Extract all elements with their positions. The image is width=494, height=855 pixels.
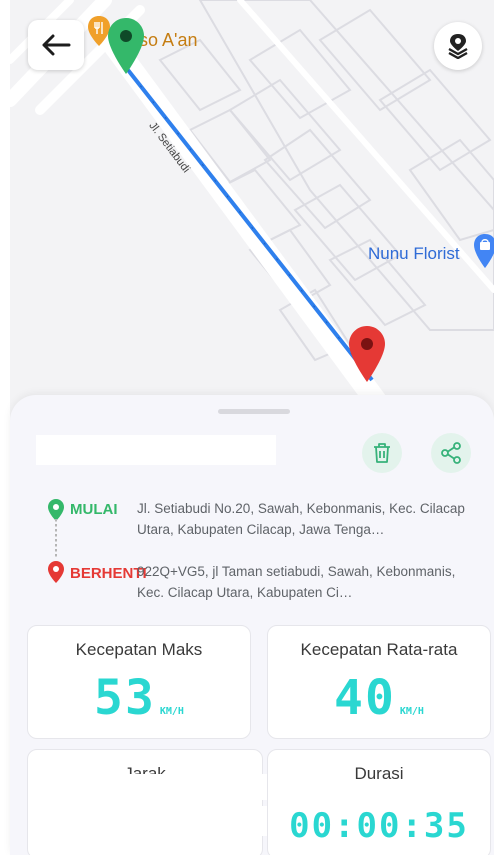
start-pin-icon[interactable] xyxy=(108,18,144,74)
trip-points: MULAI Jl. Setiabudi No.20, Sawah, Kebonm… xyxy=(46,495,470,605)
avg-speed-value: 40 xyxy=(334,670,396,726)
duration-card: Durasi 00:00:35 xyxy=(267,749,491,855)
max-speed-card: Kecepatan Maks 53 KM/H xyxy=(27,625,251,739)
redacted-area xyxy=(60,774,296,800)
restaurant-pin-icon[interactable] xyxy=(88,16,110,46)
avg-speed-unit: KM/H xyxy=(399,706,424,717)
avg-speed-card: Kecepatan Rata-rata 40 KM/H xyxy=(267,625,491,739)
sheet-drag-handle[interactable] xyxy=(218,409,290,414)
duration-value: 00:00:35 xyxy=(289,806,469,846)
trip-details-sheet[interactable]: MULAI Jl. Setiabudi No.20, Sawah, Kebonm… xyxy=(10,395,494,855)
end-pin-icon[interactable] xyxy=(349,326,385,382)
share-icon xyxy=(441,442,461,464)
max-speed-title: Kecepatan Maks xyxy=(75,640,203,659)
delete-button[interactable] xyxy=(362,433,402,473)
route-map[interactable]: Jl. Setiabudi kso A'an Nunu Florist xyxy=(10,0,494,420)
stop-location-icon xyxy=(48,561,64,583)
duration-readout: 00:00:35 xyxy=(268,806,490,846)
redacted-trip-title xyxy=(36,435,276,465)
max-speed-unit: KM/H xyxy=(159,706,184,717)
trash-icon xyxy=(374,443,390,463)
redacted-distance-value xyxy=(32,806,270,836)
avg-speed-title: Kecepatan Rata-rata xyxy=(300,640,458,659)
florist-label[interactable]: Nunu Florist xyxy=(368,244,460,264)
trip-connector xyxy=(55,519,57,557)
duration-title: Durasi xyxy=(354,764,404,783)
shopping-pin-icon[interactable] xyxy=(474,234,494,268)
stop-label: BERHENTI xyxy=(70,565,147,582)
distance-card: Jarak xyxy=(27,749,296,855)
back-arrow-icon xyxy=(42,34,71,56)
back-button[interactable] xyxy=(28,20,84,70)
stop-address: 922Q+VG5, jl Taman setiabudi, Sawah, Keb… xyxy=(137,564,456,600)
share-button[interactable] xyxy=(431,433,471,473)
route-line xyxy=(126,68,374,382)
layers-icon xyxy=(448,34,468,59)
max-speed-value: 53 xyxy=(94,670,156,726)
max-speed-readout: 53 KM/H xyxy=(28,670,250,726)
avg-speed-readout: 40 KM/H xyxy=(268,670,490,726)
start-label: MULAI xyxy=(70,501,118,518)
start-location-icon xyxy=(48,499,64,521)
map-layers-button[interactable] xyxy=(434,22,482,70)
start-address: Jl. Setiabudi No.20, Sawah, Kebonmanis, … xyxy=(137,501,465,537)
